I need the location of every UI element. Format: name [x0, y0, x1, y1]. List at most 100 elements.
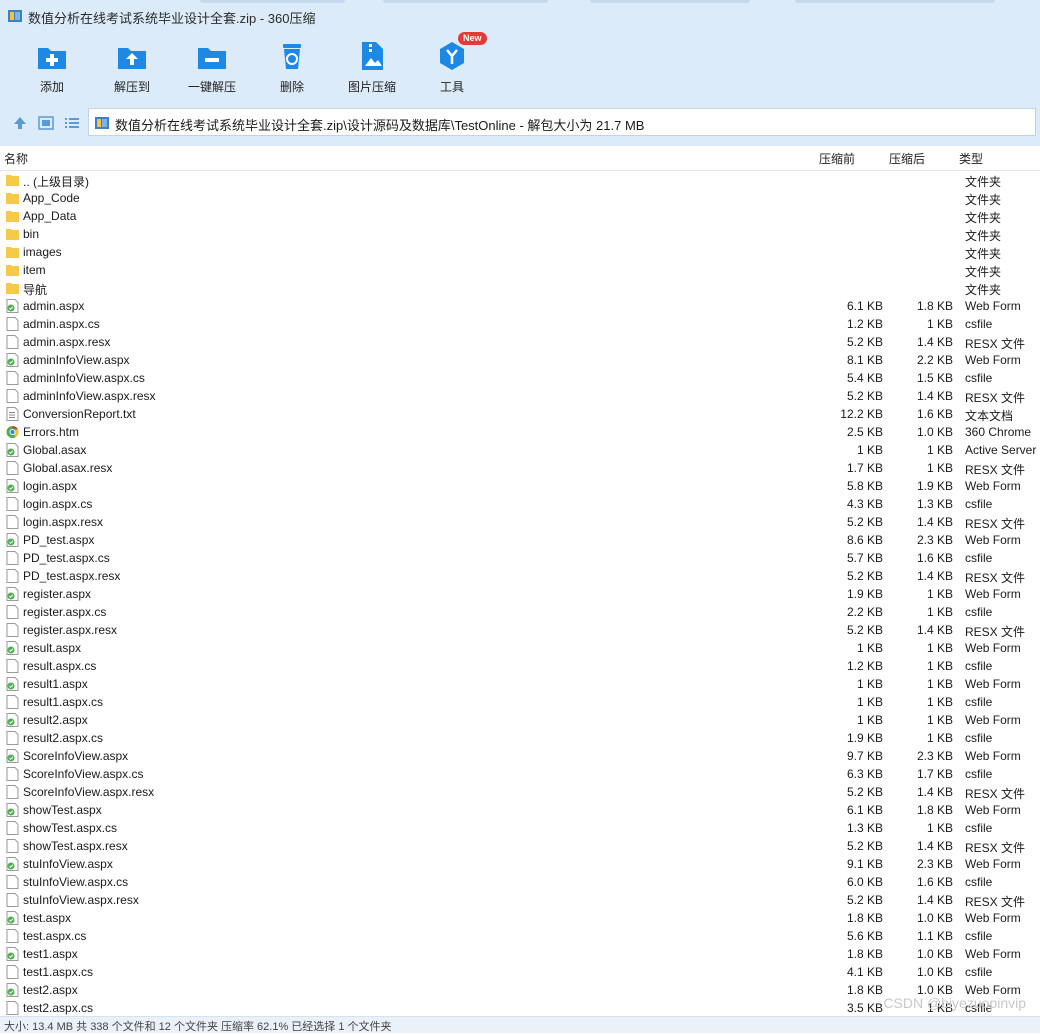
delete-label: 删除 — [279, 80, 304, 94]
file-row[interactable]: result2.aspx 1 KB 1 KB Web Form — [0, 711, 1040, 729]
file-row[interactable]: adminInfoView.aspx 8.1 KB 2.2 KB Web Form — [0, 351, 1040, 369]
file-row[interactable]: admin.aspx.resx 5.2 KB 1.4 KB RESX 文件 — [0, 333, 1040, 351]
file-type: Web Form — [965, 587, 1021, 601]
file-row[interactable]: Global.asax.resx 1.7 KB 1 KB RESX 文件 — [0, 459, 1040, 477]
file-name: test2.aspx — [23, 983, 78, 997]
file-row[interactable]: stuInfoView.aspx.resx 5.2 KB 1.4 KB RESX 文件 — [0, 891, 1040, 909]
file-name: .. (上级目录) — [23, 175, 89, 189]
file-name: App_Data — [23, 209, 77, 223]
list-view-icon[interactable] — [63, 114, 81, 132]
file-row[interactable]: login.aspx 5.8 KB 1.9 KB Web Form — [0, 477, 1040, 495]
file-row[interactable]: images 文件夹 — [0, 243, 1040, 261]
file-type: csfile — [965, 317, 993, 331]
file-icon — [6, 605, 19, 619]
file-row[interactable]: result.aspx.cs 1.2 KB 1 KB csfile — [0, 657, 1040, 675]
web-form-file-icon — [6, 479, 19, 493]
file-row[interactable]: adminInfoView.aspx.cs 5.4 KB 1.5 KB csfile — [0, 369, 1040, 387]
file-type: Web Form — [965, 713, 1021, 727]
file-row[interactable]: admin.aspx.cs 1.2 KB 1 KB csfile — [0, 315, 1040, 333]
file-row[interactable]: register.aspx.cs 2.2 KB 1 KB csfile — [0, 603, 1040, 621]
file-size: 1 KB — [856, 443, 883, 457]
file-row[interactable]: showTest.aspx 6.1 KB 1.8 KB Web Form — [0, 801, 1040, 819]
window-title: 数值分析在线考试系统毕业设计全套.zip - 360压缩 — [28, 11, 316, 26]
file-name: result.aspx.cs — [23, 659, 97, 673]
window-tab-strip — [590, 0, 750, 3]
file-row[interactable]: item 文件夹 — [0, 261, 1040, 279]
file-name: PD_test.aspx.resx — [23, 569, 121, 583]
archive-icon — [95, 117, 109, 129]
file-row[interactable]: ScoreInfoView.aspx.resx 5.2 KB 1.4 KB RESX … — [0, 783, 1040, 801]
file-row[interactable]: showTest.aspx.resx 5.2 KB 1.4 KB RESX 文件 — [0, 837, 1040, 855]
file-row[interactable]: bin 文件夹 — [0, 225, 1040, 243]
tools-button[interactable]: New 工具 — [412, 32, 492, 96]
file-row[interactable]: test.aspx 1.8 KB 1.0 KB Web Form — [0, 909, 1040, 927]
file-row[interactable]: PD_test.aspx.cs 5.7 KB 1.6 KB csfile — [0, 549, 1040, 567]
file-compressed-size: 2.3 KB — [916, 857, 953, 871]
file-row[interactable]: login.aspx.cs 4.3 KB 1.3 KB csfile — [0, 495, 1040, 513]
file-type: 文件夹 — [965, 265, 1002, 279]
file-type: csfile — [965, 821, 993, 835]
one-click-extract-button[interactable]: 一键解压 — [172, 38, 252, 96]
file-icon — [6, 695, 19, 709]
file-row[interactable]: test1.aspx.cs 4.1 KB 1.0 KB csfile — [0, 963, 1040, 981]
file-row[interactable]: App_Code 文件夹 — [0, 189, 1040, 207]
file-row[interactable]: ScoreInfoView.aspx 9.7 KB 2.3 KB Web Form — [0, 747, 1040, 765]
web-form-file-icon — [6, 353, 19, 367]
web-form-file-icon — [6, 857, 19, 871]
file-row[interactable]: admin.aspx 6.1 KB 1.8 KB Web Form — [0, 297, 1040, 315]
file-row[interactable]: 导航 文件夹 — [0, 279, 1040, 297]
app-logo-icon — [8, 10, 22, 22]
file-row[interactable]: adminInfoView.aspx.resx 5.2 KB 1.4 KB RESX … — [0, 387, 1040, 405]
file-row[interactable]: .. (上级目录) 文件夹 — [0, 171, 1040, 189]
column-size[interactable]: 压缩前 — [819, 150, 855, 167]
file-size: 2.2 KB — [846, 605, 883, 619]
file-compressed-size: 1 KB — [926, 461, 953, 475]
file-row[interactable]: showTest.aspx.cs 1.3 KB 1 KB csfile — [0, 819, 1040, 837]
file-name: ConversionReport.txt — [23, 407, 136, 421]
file-row[interactable]: PD_test.aspx 8.6 KB 2.3 KB Web Form — [0, 531, 1040, 549]
file-row[interactable]: Errors.htm 2.5 KB 1.0 KB 360 Chrome — [0, 423, 1040, 441]
file-size: 12.2 KB — [840, 407, 883, 421]
column-compressed[interactable]: 压缩后 — [889, 150, 925, 167]
file-name: result1.aspx — [23, 677, 88, 691]
file-row[interactable]: register.aspx.resx 5.2 KB 1.4 KB RESX 文件 — [0, 621, 1040, 639]
file-size: 5.2 KB — [846, 623, 883, 637]
image-compress-button[interactable]: 图片压缩 — [332, 38, 412, 96]
add-button[interactable]: 添加 — [12, 38, 92, 96]
file-row[interactable]: Global.asax 1 KB 1 KB Active Server — [0, 441, 1040, 459]
file-name: adminInfoView.aspx — [23, 353, 130, 367]
file-row[interactable]: stuInfoView.aspx 9.1 KB 2.3 KB Web Form — [0, 855, 1040, 873]
folder-icon — [6, 245, 19, 259]
file-row[interactable]: result2.aspx.cs 1.9 KB 1 KB csfile — [0, 729, 1040, 747]
column-type[interactable]: 类型 — [959, 150, 983, 167]
extract-to-button[interactable]: 解压到 — [92, 38, 172, 96]
file-row[interactable]: result.aspx 1 KB 1 KB Web Form — [0, 639, 1040, 657]
file-name: test.aspx — [23, 911, 72, 925]
file-type: csfile — [965, 965, 993, 979]
thumbnail-view-icon[interactable] — [37, 114, 55, 132]
file-name: App_Code — [23, 191, 80, 205]
up-arrow-icon[interactable] — [11, 114, 29, 132]
file-row[interactable]: login.aspx.resx 5.2 KB 1.4 KB RESX 文件 — [0, 513, 1040, 531]
file-row[interactable]: result1.aspx 1 KB 1 KB Web Form — [0, 675, 1040, 693]
column-name[interactable]: 名称 — [4, 150, 28, 167]
address-bar[interactable]: 数值分析在线考试系统毕业设计全套.zip\设计源码及数据库\TestOnline… — [88, 108, 1036, 136]
file-row[interactable]: ScoreInfoView.aspx.cs 6.3 KB 1.7 KB csfile — [0, 765, 1040, 783]
image-compress-icon — [362, 42, 383, 70]
file-icon — [6, 875, 19, 889]
folder-icon — [6, 227, 19, 241]
file-type: 文件夹 — [965, 175, 1002, 189]
delete-button[interactable]: 删除 — [252, 38, 332, 96]
file-type: csfile — [965, 875, 993, 889]
file-row[interactable]: PD_test.aspx.resx 5.2 KB 1.4 KB RESX 文件 — [0, 567, 1040, 585]
file-row[interactable]: test.aspx.cs 5.6 KB 1.1 KB csfile — [0, 927, 1040, 945]
file-list: .. (上级目录) 文件夹 App_Code 文件夹 App_Data 文件夹 bin 文件夹… — [0, 171, 1040, 1016]
file-name: admin.aspx — [23, 299, 85, 313]
file-row[interactable]: result1.aspx.cs 1 KB 1 KB csfile — [0, 693, 1040, 711]
file-row[interactable]: ConversionReport.txt 12.2 KB 1.6 KB 文本文档 — [0, 405, 1040, 423]
file-row[interactable]: test1.aspx 1.8 KB 1.0 KB Web Form — [0, 945, 1040, 963]
file-row[interactable]: stuInfoView.aspx.cs 6.0 KB 1.6 KB csfile — [0, 873, 1040, 891]
file-row[interactable]: register.aspx 1.9 KB 1 KB Web Form — [0, 585, 1040, 603]
file-compressed-size: 1 KB — [926, 695, 953, 709]
file-row[interactable]: App_Data 文件夹 — [0, 207, 1040, 225]
